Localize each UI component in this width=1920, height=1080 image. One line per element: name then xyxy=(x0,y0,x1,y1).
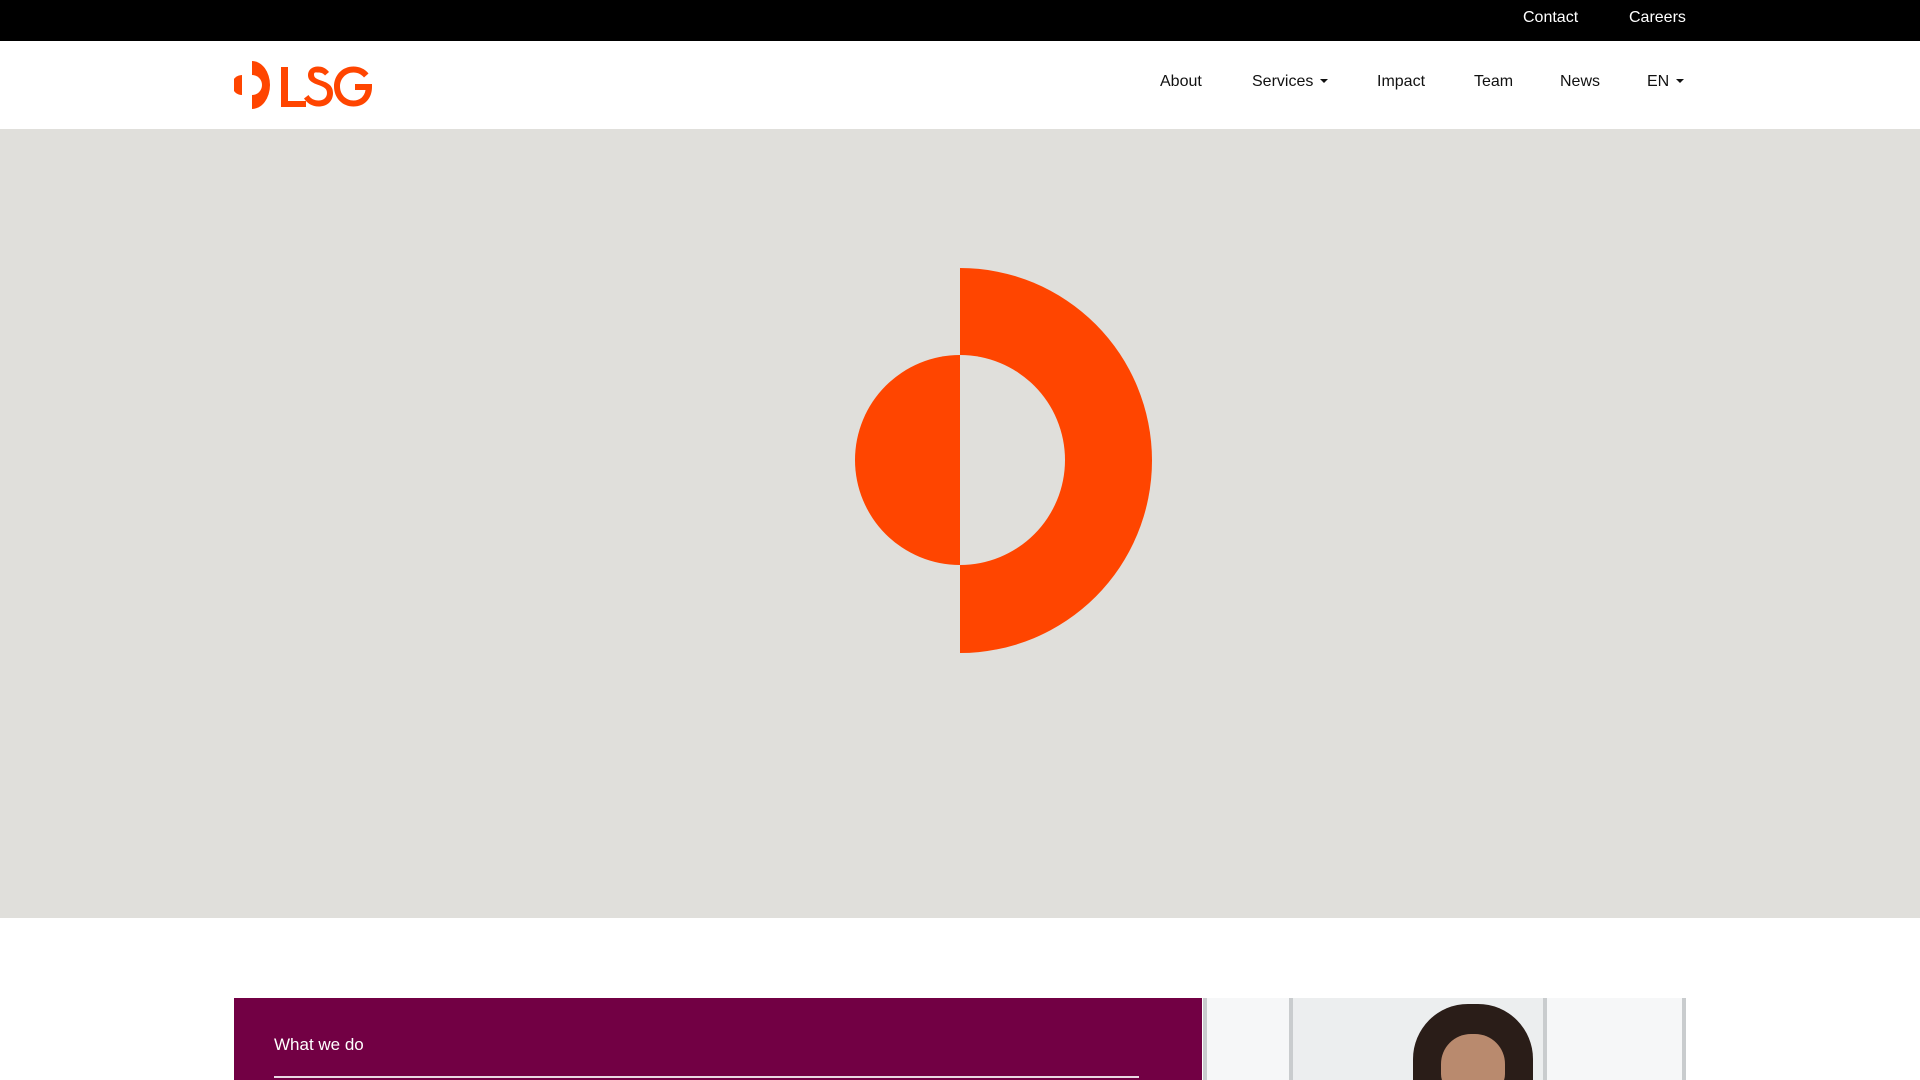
nav-team[interactable]: Team xyxy=(1474,73,1513,91)
careers-link[interactable]: Careers xyxy=(1629,9,1686,27)
feature-label: What we do xyxy=(274,1035,364,1054)
nav-about[interactable]: About xyxy=(1160,73,1202,91)
main-nav: About Services Impact Team News EN xyxy=(0,73,1920,97)
language-selector[interactable]: EN xyxy=(1647,73,1685,91)
lsg-brand-mark-icon xyxy=(855,268,1152,653)
utility-bar: Contact Careers xyxy=(0,0,1920,41)
nav-services[interactable]: Services xyxy=(1252,73,1329,91)
contact-link[interactable]: Contact xyxy=(1523,9,1578,27)
nav-impact[interactable]: Impact xyxy=(1377,73,1425,91)
caret-down-icon xyxy=(1676,78,1685,83)
language-label: EN xyxy=(1647,73,1670,90)
feature-photo xyxy=(1203,998,1686,1080)
nav-services-label: Services xyxy=(1252,73,1314,90)
photo-window xyxy=(1203,998,1293,1080)
site-header: About Services Impact Team News EN xyxy=(0,41,1920,129)
feature-section: What we do xyxy=(234,998,1686,1080)
caret-down-icon xyxy=(1320,78,1329,83)
divider xyxy=(274,1076,1139,1078)
nav-news[interactable]: News xyxy=(1560,73,1600,91)
hero-banner xyxy=(0,129,1920,918)
photo-window xyxy=(1543,998,1686,1080)
feature-panel: What we do xyxy=(234,998,1202,1080)
